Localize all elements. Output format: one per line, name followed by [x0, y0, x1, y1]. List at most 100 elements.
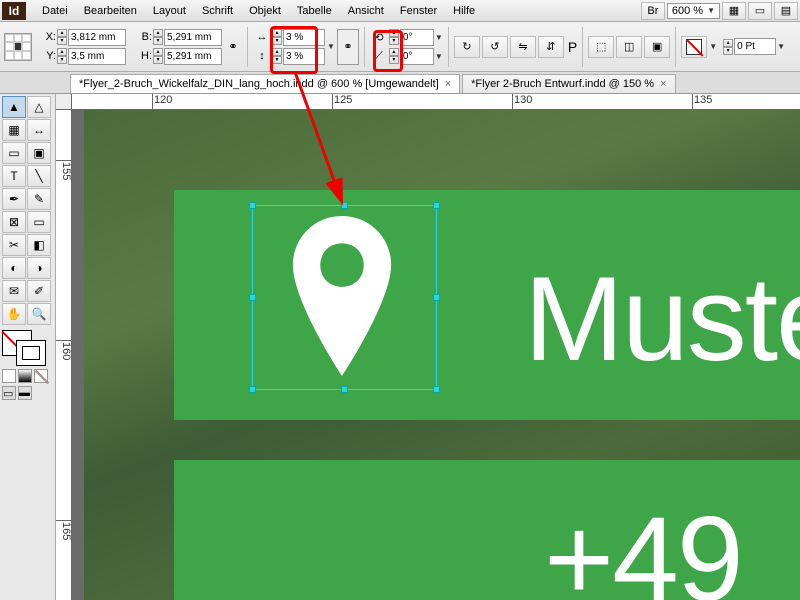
handle-n[interactable]: [341, 202, 348, 209]
rectangle-tool[interactable]: ▭: [27, 211, 51, 233]
rotate-spinner[interactable]: ▴▾: [389, 29, 399, 45]
apply-gradient-icon[interactable]: [18, 369, 32, 383]
page-background: Muste +49 1: [84, 110, 800, 600]
handle-e[interactable]: [433, 294, 440, 301]
stroke-input[interactable]: [734, 38, 776, 55]
ruler-vertical[interactable]: 155 160 165: [56, 110, 72, 600]
view-options-icon[interactable]: ▦: [722, 2, 746, 20]
gap-tool[interactable]: ↔: [27, 119, 51, 141]
arrange-icon[interactable]: ▤: [774, 2, 798, 20]
free-transform-tool[interactable]: ◧: [27, 234, 51, 256]
bridge-icon[interactable]: Br: [641, 2, 665, 20]
rotate-90-ccw-icon[interactable]: ↺: [482, 36, 508, 58]
flip-v-icon[interactable]: ⇵: [538, 36, 564, 58]
fill-stroke-swatch[interactable]: [2, 330, 52, 366]
pencil-tool[interactable]: ✎: [27, 188, 51, 210]
scale-x-input[interactable]: [283, 29, 325, 46]
content-collector-tool[interactable]: ▭: [2, 142, 26, 164]
menu-table[interactable]: Tabelle: [289, 2, 340, 20]
document-tab-2[interactable]: *Flyer 2-Bruch Entwurf.indd @ 150 %×: [462, 74, 675, 93]
scissors-tool[interactable]: ✂: [2, 234, 26, 256]
content-placer-tool[interactable]: ▣: [27, 142, 51, 164]
preview-view-icon[interactable]: ▬: [18, 386, 32, 400]
view-mode-swatches[interactable]: ▭ ▬: [2, 386, 32, 400]
flip-h-icon[interactable]: ⇋: [510, 36, 536, 58]
h-spinner[interactable]: ▴▾: [153, 48, 163, 64]
x-label: X:: [38, 31, 56, 43]
menu-object[interactable]: Objekt: [241, 2, 289, 20]
p-paragraph-icon[interactable]: P: [568, 39, 577, 55]
menu-file[interactable]: Datei: [34, 2, 76, 20]
fit-content-icon[interactable]: ▣: [644, 36, 670, 58]
direct-selection-tool[interactable]: △: [27, 96, 51, 118]
zoom-tool[interactable]: 🔍: [27, 303, 51, 325]
menu-view[interactable]: Ansicht: [340, 2, 392, 20]
select-content-icon[interactable]: ◫: [616, 36, 642, 58]
note-tool[interactable]: ✉: [2, 280, 26, 302]
selection-frame[interactable]: [252, 205, 437, 390]
normal-view-icon[interactable]: ▭: [2, 386, 16, 400]
text-muste: Muste: [524, 250, 800, 388]
handle-sw[interactable]: [249, 386, 256, 393]
handle-ne[interactable]: [433, 202, 440, 209]
gradient-feather-tool[interactable]: ◑: [27, 257, 51, 279]
color-mode-swatches[interactable]: [2, 369, 48, 383]
rotate-input[interactable]: [400, 29, 434, 46]
apply-none-icon[interactable]: [34, 369, 48, 383]
handle-nw[interactable]: [249, 202, 256, 209]
selection-tool[interactable]: ▲: [2, 96, 26, 118]
apply-color-icon[interactable]: [2, 369, 16, 383]
ruler-horizontal[interactable]: 120 125 130 135: [72, 94, 800, 110]
hand-tool[interactable]: ✋: [2, 303, 26, 325]
h-input[interactable]: [164, 48, 222, 65]
rotate-90-cw-icon[interactable]: ↻: [454, 36, 480, 58]
chevron-down-icon[interactable]: ▼: [435, 33, 443, 42]
chevron-down-icon[interactable]: ▼: [327, 42, 335, 51]
y-spinner[interactable]: ▴▾: [57, 48, 67, 64]
chevron-down-icon[interactable]: ▼: [709, 42, 717, 51]
x-input[interactable]: [68, 29, 126, 46]
x-spinner[interactable]: ▴▾: [57, 29, 67, 45]
zoom-level[interactable]: 600 %▼: [667, 3, 720, 19]
screen-mode-icon[interactable]: ▭: [748, 2, 772, 20]
close-icon[interactable]: ×: [660, 78, 666, 90]
document-tab-bar: *Flyer_2-Bruch_Wickelfalz_DIN_lang_hoch.…: [0, 72, 800, 94]
constrain-scale-icon[interactable]: ⚭: [337, 29, 359, 65]
shear-spinner[interactable]: ▴▾: [389, 48, 399, 64]
chevron-down-icon[interactable]: ▼: [435, 52, 443, 61]
close-icon[interactable]: ×: [445, 78, 451, 90]
ruler-tick: 155: [56, 160, 72, 180]
reference-point[interactable]: [4, 33, 32, 61]
canvas[interactable]: 120 125 130 135 155 160 165 Muste +49 1: [56, 94, 800, 600]
select-container-icon[interactable]: ⬚: [588, 36, 614, 58]
stroke-spinner[interactable]: ▴▾: [723, 39, 733, 55]
scale-x-spinner[interactable]: ▴▾: [272, 29, 282, 45]
eyedropper-tool[interactable]: ✐: [27, 280, 51, 302]
line-tool[interactable]: ╲: [27, 165, 51, 187]
document-tab-1[interactable]: *Flyer_2-Bruch_Wickelfalz_DIN_lang_hoch.…: [70, 74, 460, 93]
menu-type[interactable]: Schrift: [194, 2, 241, 20]
menu-window[interactable]: Fenster: [392, 2, 445, 20]
scale-y-spinner[interactable]: ▴▾: [272, 48, 282, 64]
type-tool[interactable]: T: [2, 165, 26, 187]
shear-input[interactable]: [400, 48, 434, 65]
rectangle-frame-tool[interactable]: ⊠: [2, 211, 26, 233]
w-spinner[interactable]: ▴▾: [153, 29, 163, 45]
w-input[interactable]: [164, 29, 222, 46]
fill-swatch[interactable]: [681, 36, 707, 58]
scale-y-input[interactable]: [283, 48, 325, 65]
menu-layout[interactable]: Layout: [145, 2, 194, 20]
handle-se[interactable]: [433, 386, 440, 393]
menu-help[interactable]: Hilfe: [445, 2, 483, 20]
constrain-wh-icon[interactable]: ⚭: [224, 38, 242, 55]
handle-w[interactable]: [249, 294, 256, 301]
handle-s[interactable]: [341, 386, 348, 393]
y-input[interactable]: [68, 48, 126, 65]
pen-tool[interactable]: ✒: [2, 188, 26, 210]
chevron-down-icon[interactable]: ▼: [777, 42, 785, 51]
menu-edit[interactable]: Bearbeiten: [76, 2, 145, 20]
gradient-swatch-tool[interactable]: ◐: [2, 257, 26, 279]
page-tool[interactable]: ▦: [2, 119, 26, 141]
ruler-origin[interactable]: [56, 94, 72, 110]
separator: [448, 27, 449, 67]
